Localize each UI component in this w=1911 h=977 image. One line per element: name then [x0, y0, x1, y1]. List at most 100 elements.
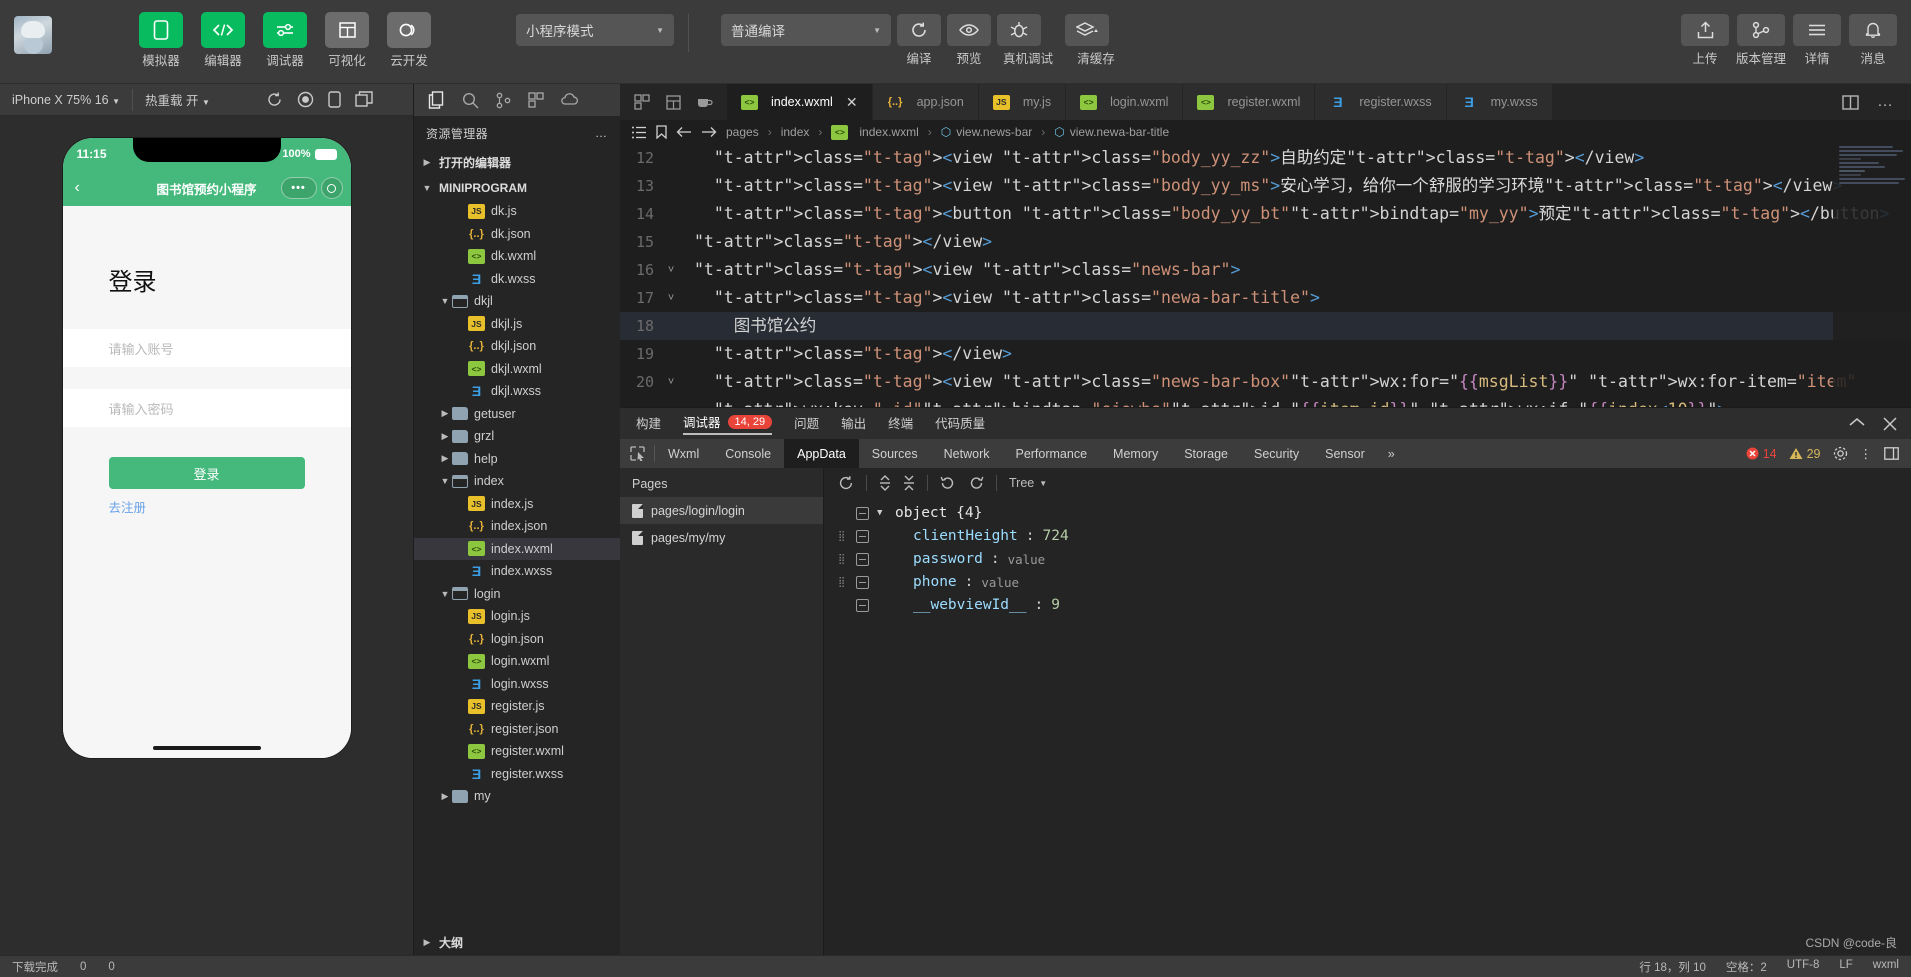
coffee-icon[interactable]	[697, 96, 713, 109]
appdata-row[interactable]: __webviewId__:9	[838, 594, 1911, 617]
outline-list-icon[interactable]	[632, 126, 647, 139]
tree-file[interactable]: JS dkjl.js	[414, 313, 620, 336]
save-icon[interactable]	[666, 94, 681, 110]
devtools-panel-tab-调试器[interactable]: 调试器 14, 29	[683, 412, 773, 435]
page-list-item[interactable]: pages/my/my	[620, 524, 823, 551]
fold-toggle-icon[interactable]: ˅	[662, 284, 680, 312]
code-line[interactable]: 20 ˅ "t-attr">class = "t-tag" > < view "t-attr…	[620, 368, 1911, 396]
devtools-tab-performance[interactable]: Performance	[1002, 439, 1100, 468]
status-encoding[interactable]: UTF-8	[1787, 959, 1820, 975]
tree-file[interactable]: Ǝindex.wxss	[414, 560, 620, 583]
devtools-tab-list[interactable]: Wxml Console AppData Sources Network Performa…	[655, 439, 1378, 468]
action-messages[interactable]: 消息	[1847, 0, 1899, 67]
devtools-tab-security[interactable]: Security	[1241, 439, 1312, 468]
extensions-icon[interactable]	[528, 92, 544, 108]
breadcrumb-item[interactable]: ⬡ view.news-bar	[941, 125, 1033, 139]
drag-handle[interactable]: ⣿	[838, 531, 848, 541]
tree-file[interactable]: <> index.wxml	[414, 537, 620, 560]
tree-file[interactable]: JS index.js	[414, 493, 620, 516]
project-section[interactable]: ▼ MINIPROGRAM	[414, 175, 620, 200]
tool-visual[interactable]: 可视化	[322, 0, 372, 69]
code-line[interactable]: 13 "t-attr">class = "t-tag" > < view "t-attr"…	[620, 172, 1911, 200]
tree-folder[interactable]: ▶ help	[414, 448, 620, 471]
redo-icon[interactable]	[968, 476, 984, 490]
code-line[interactable]: 14 "t-attr">class = "t-tag" > < button "t-att…	[620, 200, 1911, 228]
code-line[interactable]: 15 "t-attr">class = "t-tag" > </view >	[620, 228, 1911, 256]
editor-tab-my-wxss[interactable]: Ǝmy.wxss	[1446, 84, 1553, 120]
action-details[interactable]: 详情	[1791, 0, 1843, 67]
appdata-entries[interactable]: ⣿ clientHeight:724 ⣿ password: value ⣿ phone: v…	[838, 525, 1911, 617]
devtools-tab-memory[interactable]: Memory	[1100, 439, 1171, 468]
editor-tab-index-wxml[interactable]: <> index.wxml ✕	[727, 84, 873, 120]
tree-file[interactable]: <> dk.wxml	[414, 245, 620, 268]
tree-folder[interactable]: ▼ index	[414, 470, 620, 493]
tree-file[interactable]: {..} login.json	[414, 628, 620, 651]
more-tabs-icon[interactable]: »	[1378, 439, 1405, 468]
login-button[interactable]: 登录	[108, 457, 305, 489]
more-icon[interactable]: …	[1877, 93, 1895, 111]
appdata-tree[interactable]: ▼ object {4} ⣿ clientHeight:724 ⣿ password:…	[824, 498, 1911, 617]
tool-editor[interactable]: 编辑器	[198, 0, 248, 69]
action-preview[interactable]: 预览	[947, 0, 991, 67]
tree-folder[interactable]: ▶ grzl	[414, 425, 620, 448]
element-picker-icon[interactable]	[620, 439, 654, 468]
devtools-tab-sources[interactable]: Sources	[859, 439, 931, 468]
nav-forward-icon[interactable]	[701, 126, 717, 138]
tree-file[interactable]: <> dkjl.wxml	[414, 358, 620, 381]
devtools-tab-sensor[interactable]: Sensor	[1312, 439, 1378, 468]
code-line[interactable]: 12 "t-attr">class = "t-tag" > < view "t-attr"…	[620, 144, 1911, 172]
tree-file[interactable]: Ǝdk.wxss	[414, 268, 620, 291]
minimap[interactable]	[1833, 144, 1911, 407]
device-select[interactable]: iPhone X 75% 16 ▼	[0, 93, 132, 107]
kebab-menu-icon[interactable]: ⋮	[1860, 446, 1873, 461]
file-tree[interactable]: JS dk.js {..} dk.json <> dk.wxml Ǝdk.wxss ▼ dkjl…	[414, 200, 620, 929]
devtools-panel-tab-list[interactable]: 构建 调试器 14, 29 问题 输出 终端 代码质量	[636, 412, 985, 435]
appdata-row[interactable]: ⣿ clientHeight:724	[838, 525, 1911, 548]
tree-folder[interactable]: ▶ my	[414, 785, 620, 808]
refresh-icon[interactable]	[266, 91, 283, 108]
appdata-row[interactable]: ⣿ password: value	[838, 548, 1911, 571]
tool-debugger[interactable]: 调试器	[260, 0, 310, 69]
gear-icon[interactable]	[1833, 446, 1848, 461]
tree-folder[interactable]: ▶ getuser	[414, 403, 620, 426]
rotate-device-icon[interactable]	[328, 91, 341, 108]
tree-file[interactable]: JS dk.js	[414, 200, 620, 223]
register-link[interactable]: 去注册	[109, 497, 351, 516]
devtools-tab-storage[interactable]: Storage	[1171, 439, 1241, 468]
files-icon[interactable]	[428, 91, 445, 109]
tool-cloud[interactable]: 云开发	[384, 0, 434, 69]
open-editors-section[interactable]: ▶ 打开的编辑器	[414, 150, 620, 175]
tree-file[interactable]: {..} dkjl.json	[414, 335, 620, 358]
breadcrumb-item[interactable]: index	[781, 125, 810, 139]
tree-file[interactable]: Ǝlogin.wxss	[414, 673, 620, 696]
status-indent[interactable]: 空格：2	[1726, 959, 1767, 975]
expand-all-icon[interactable]	[879, 475, 891, 491]
code-line[interactable]: 16 ˅ "t-attr">class = "t-tag" > < view "t-attr"…	[620, 256, 1911, 284]
search-icon[interactable]	[462, 92, 479, 109]
hot-reload-select[interactable]: 热重载 开 ▼	[133, 90, 222, 109]
warning-count[interactable]: 29	[1789, 447, 1821, 461]
action-clearcache[interactable]: 清缓存	[1065, 0, 1127, 67]
action-upload[interactable]: 上传	[1679, 0, 1731, 67]
drag-handle[interactable]: ⣿	[838, 554, 848, 564]
devtools-panel-tab-终端[interactable]: 终端	[888, 413, 913, 434]
collapse-icon[interactable]	[1849, 417, 1865, 431]
mode-select[interactable]: 小程序模式 ▼	[516, 14, 674, 46]
devtools-tab-appdata[interactable]: AppData	[784, 439, 859, 468]
tree-file[interactable]: <> register.wxml	[414, 740, 620, 763]
dock-icon[interactable]	[1884, 447, 1899, 460]
source-control-icon[interactable]	[496, 92, 511, 109]
compile-select[interactable]: 普通编译 ▼	[721, 14, 891, 46]
action-version[interactable]: 版本管理	[1735, 0, 1787, 67]
devtools-panel-tab-问题[interactable]: 问题	[794, 413, 819, 434]
tree-folder[interactable]: ▼ login	[414, 583, 620, 606]
status-language[interactable]: wxml	[1873, 959, 1899, 975]
devtools-tab-wxml[interactable]: Wxml	[655, 439, 712, 468]
cloud-debug-icon[interactable]	[561, 93, 579, 107]
status-eol[interactable]: LF	[1839, 959, 1852, 975]
tree-file[interactable]: {..} register.json	[414, 718, 620, 741]
code-line[interactable]: 17 ˅ "t-attr">class = "t-tag" > < view "t-attr…	[620, 284, 1911, 312]
breadcrumb-item[interactable]: <> index.wxml	[831, 124, 919, 140]
split-editor-icon[interactable]	[1842, 94, 1859, 110]
avatar[interactable]	[14, 16, 52, 54]
